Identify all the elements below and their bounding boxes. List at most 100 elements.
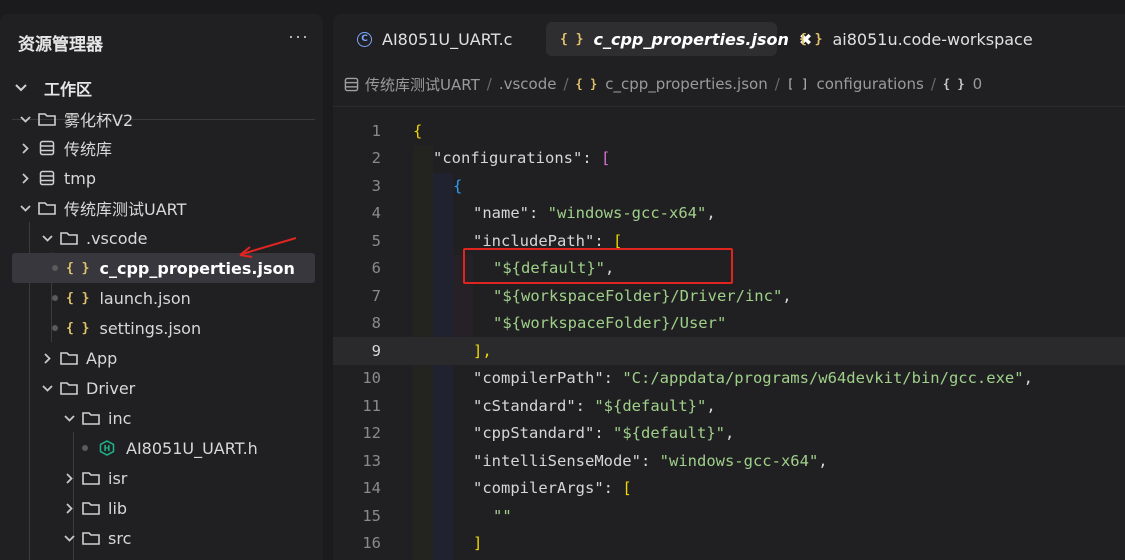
tree-label: 传统库 xyxy=(64,140,113,159)
code-line: 14 "compilerArgs": [ xyxy=(333,475,1125,503)
dot-icon xyxy=(82,445,88,451)
token: [ xyxy=(622,479,632,498)
token: "cStandard" xyxy=(473,396,576,415)
tree-file-settings-json[interactable]: { } settings.json xyxy=(12,313,315,343)
breadcrumb-item[interactable]: c_cpp_properties.json xyxy=(605,75,768,93)
token: , xyxy=(818,451,828,470)
breadcrumb-item[interactable]: 传统库测试UART xyxy=(365,74,480,95)
workspace-section-header[interactable]: 工作区 xyxy=(14,73,317,103)
line-number: 7 xyxy=(371,286,381,305)
explorer-title: 资源管理器 xyxy=(18,35,103,55)
json-icon: { } xyxy=(66,320,90,336)
tree-file-launch-json[interactable]: { } launch.json xyxy=(12,283,315,313)
more-actions-icon[interactable]: ··· xyxy=(288,26,309,47)
database-icon xyxy=(343,77,359,92)
tree-label: AI8051U_UART.h xyxy=(126,438,258,458)
line-number: 13 xyxy=(362,451,381,470)
chevron-down-icon xyxy=(18,204,32,212)
token: , xyxy=(782,286,792,305)
modified-dot-icon xyxy=(52,265,58,271)
tree-folder-wuhuabei[interactable]: 雾化杯V2 xyxy=(18,104,321,134)
database-icon xyxy=(36,140,58,156)
array-icon: [ ] xyxy=(786,77,809,91)
workspace-label: 工作区 xyxy=(44,80,93,99)
editor-pane: C AI8051U_UART.c { } c_cpp_properties.js… xyxy=(333,14,1125,560)
code-line: 7 "${workspaceFolder}/Driver/inc", xyxy=(333,282,1125,310)
code-line: 2 "configurations": [ xyxy=(333,145,1125,173)
tree-label: launch.json xyxy=(99,288,191,308)
tab-ai8051u-uart-c[interactable]: C AI8051U_UART.c xyxy=(357,22,512,56)
token: : xyxy=(603,369,623,388)
tree-file-uart-header[interactable]: H AI8051U_UART.h xyxy=(62,433,315,463)
line-number: 11 xyxy=(362,396,381,415)
token: "name" xyxy=(473,204,529,223)
folder-icon xyxy=(80,501,102,515)
code-line: 11 "cStandard": "${default}", xyxy=(333,392,1125,420)
token: : xyxy=(640,451,660,470)
tree-folder-app[interactable]: App xyxy=(40,343,315,373)
breadcrumb-item[interactable]: 0 xyxy=(973,75,983,93)
tree-folder-src[interactable]: src xyxy=(62,523,315,553)
tree-folder-inc[interactable]: inc xyxy=(62,403,315,433)
json-icon: { } xyxy=(575,77,598,91)
code-line: 12 "cppStandard": "${default}", xyxy=(333,420,1125,448)
line-number: 6 xyxy=(371,259,381,278)
line-number: 2 xyxy=(371,149,381,168)
tree-label: settings.json xyxy=(99,318,202,338)
chevron-down-icon xyxy=(62,534,76,542)
json-icon: { } xyxy=(66,290,90,306)
code-line-current: 9], xyxy=(333,337,1125,365)
token: : xyxy=(603,479,623,498)
chevron-down-icon xyxy=(18,115,32,123)
chevron-right-icon xyxy=(40,352,54,364)
chevron-down-icon xyxy=(62,414,76,422)
tree-folder-driver[interactable]: Driver xyxy=(40,373,315,403)
header-file-icon: H xyxy=(96,440,118,456)
code-line: 13 "intelliSenseMode": "windows-gcc-x64", xyxy=(333,447,1125,475)
tree-folder-lib[interactable]: lib xyxy=(62,493,315,523)
json-icon: { } xyxy=(799,31,823,47)
tab-workspace[interactable]: { } ai8051u.code-workspace xyxy=(799,22,1033,56)
svg-text:H: H xyxy=(104,444,111,453)
chevron-right-icon xyxy=(18,142,32,154)
token: "cppStandard" xyxy=(473,424,595,443)
tree-folder-isr[interactable]: isr xyxy=(62,463,315,493)
tree-label: lib xyxy=(108,498,128,518)
tree-label: 传统库测试UART xyxy=(64,200,187,219)
token: : xyxy=(582,149,601,168)
folder-icon xyxy=(58,351,80,365)
line-number: 15 xyxy=(362,506,381,525)
breadcrumb-separator: / xyxy=(930,75,936,93)
code-line: 8 "${workspaceFolder}/User" xyxy=(333,310,1125,338)
token: "windows-gcc-x64" xyxy=(659,451,819,470)
token: : xyxy=(594,424,613,443)
token: , xyxy=(706,396,716,415)
code-line: 15 "" xyxy=(333,502,1125,530)
tree-folder-uart-test[interactable]: 传统库测试UART xyxy=(18,193,321,223)
breadcrumb-separator: / xyxy=(486,75,492,93)
breadcrumb-item[interactable]: configurations xyxy=(816,75,923,93)
tree-item-chuantongku[interactable]: 传统库 xyxy=(18,133,321,163)
tab-c-cpp-properties[interactable]: { } c_cpp_properties.json ✖ xyxy=(546,22,812,56)
folder-open-icon xyxy=(80,531,102,545)
annotation-highlight-box xyxy=(463,248,733,284)
tree-item-tmp[interactable]: tmp xyxy=(18,163,321,193)
token: : xyxy=(575,396,595,415)
breadcrumb-separator: / xyxy=(563,75,569,93)
chevron-right-icon xyxy=(62,472,76,484)
token: "windows-gcc-x64" xyxy=(547,204,707,223)
token: "configurations" xyxy=(433,149,583,168)
line-number: 16 xyxy=(362,534,381,553)
code-line: 16] xyxy=(333,530,1125,558)
breadcrumb-item[interactable]: .vscode xyxy=(499,75,557,93)
token: [ xyxy=(600,149,611,168)
tab-label: ai8051u.code-workspace xyxy=(832,29,1033,49)
tree-label: inc xyxy=(108,408,132,428)
folder-open-icon xyxy=(80,411,102,425)
json-icon: { } xyxy=(66,260,90,276)
object-icon: { } xyxy=(942,77,965,91)
line-number: 5 xyxy=(371,231,381,250)
folder-open-icon xyxy=(58,231,80,245)
annotation-arrow-icon xyxy=(239,237,297,258)
dot-icon xyxy=(52,295,58,301)
